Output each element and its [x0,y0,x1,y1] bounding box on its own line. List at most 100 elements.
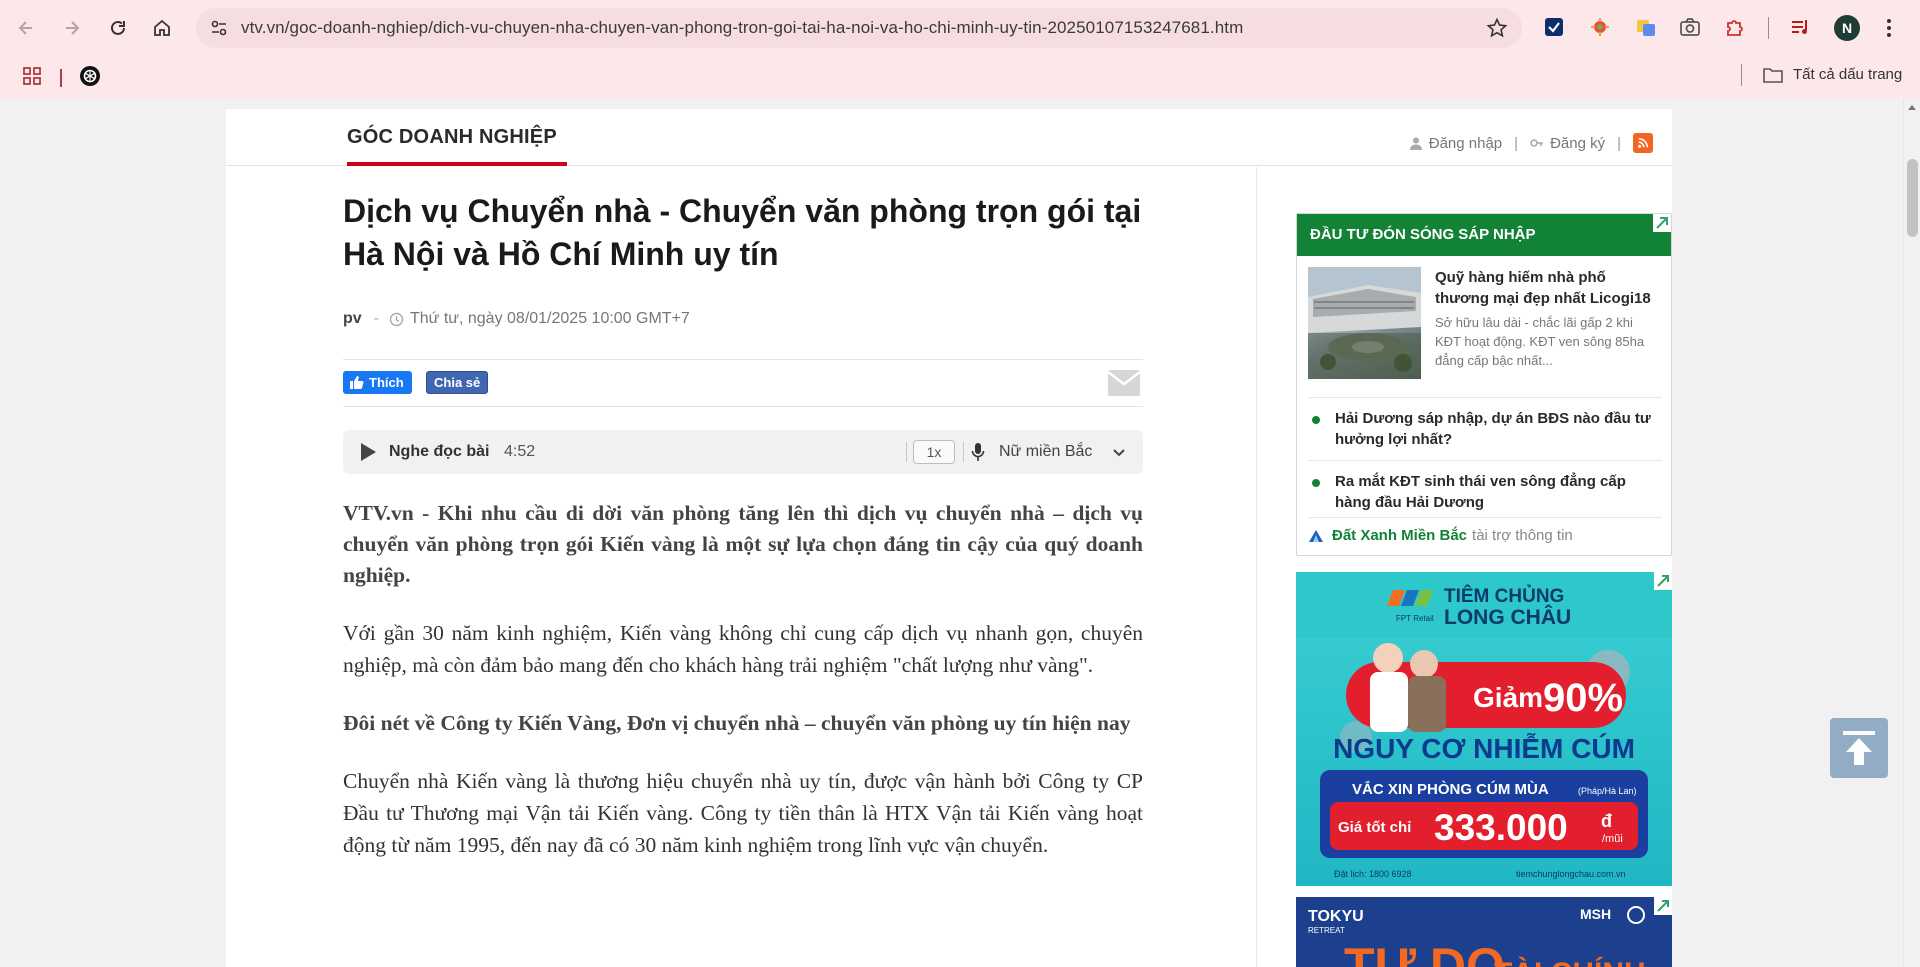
reload-icon [111,20,125,35]
bullet-dot [1312,479,1320,487]
svg-text:RETREAT: RETREAT [1308,926,1345,935]
audio-separator [963,442,964,462]
vaccine-ad-artwork: FPT Retail TIÊM CHỦNG LONG CHÂU Giảm 90%… [1296,572,1672,886]
svg-text:FPT Retail: FPT Retail [1396,614,1434,623]
svg-text:(Pháp/Hà Lan): (Pháp/Hà Lan) [1578,786,1637,796]
browser-menu-icon[interactable] [1886,17,1892,39]
svg-text:đ: đ [1601,811,1612,831]
page-scrollbar[interactable] [1903,99,1920,967]
svg-text:NGUY CƠ NHIỄM CÚM: NGUY CƠ NHIỄM CÚM [1333,733,1635,764]
site-header: GÓC DOANH NGHIỆP Đăng nhập | Đăng ký | [226,109,1672,166]
home-button[interactable] [146,12,178,44]
microphone-icon [971,443,985,461]
sidebar-news-item[interactable]: Ra mắt KĐT sinh thái ven sông đẳng cấp h… [1308,460,1662,513]
chevron-down-icon[interactable] [1111,444,1127,460]
camera-icon[interactable] [1677,14,1703,40]
apps-grid-icon[interactable] [22,66,42,86]
svg-text:Giá tốt chỉ: Giá tốt chỉ [1338,819,1411,836]
sponsored-news-box: ĐẦU TƯ ĐÓN SÓNG SÁP NHẬP Quỹ hàng hiếm n… [1296,213,1672,556]
article-subheading: Đôi nét về Công ty Kiến Vàng, Đơn vị chu… [343,711,1131,735]
sidebar-news-title: Hải Dương sáp nhập, dự án BĐS nào đầu tư… [1335,410,1651,448]
clock-icon [389,312,404,326]
facebook-like-button[interactable]: Thích [343,371,412,394]
audio-label: Nghe đọc bài [389,443,490,460]
svg-text:TÀI CHÍNH: TÀI CHÍNH [1494,956,1646,967]
tokyu-ad-artwork: TOKYU RETREAT MSH TỰ DO TÀI CHÍNH [1296,897,1672,967]
extension-bitwarden-icon[interactable] [1541,14,1567,40]
article-date: Thứ tư, ngày 08/01/2025 10:00 GMT+7 [410,310,690,327]
scrollbar-thumb[interactable] [1907,159,1918,237]
home-icon [154,19,170,36]
web-page: GÓC DOANH NGHIỆP Đăng nhập | Đăng ký | D… [0,99,1903,967]
category-title[interactable]: GÓC DOANH NGHIỆP [347,126,557,149]
share-label: Chia sẻ [434,375,481,390]
media-control-icon[interactable] [1787,14,1813,40]
audio-duration: 4:52 [504,443,536,460]
all-bookmarks-label[interactable]: Tất cả dấu trang [1793,66,1902,83]
article-lead: VTV.vn - Khi nhu cầu di dời văn phòng tă… [343,501,1143,587]
play-icon[interactable] [359,442,377,462]
site-container: GÓC DOANH NGHIỆP Đăng nhập | Đăng ký | D… [226,109,1672,967]
voice-select[interactable]: Nữ miền Bắc [999,443,1092,461]
openai-bookmark-icon[interactable] [79,65,101,87]
featured-thumbnail[interactable] [1308,267,1421,379]
ad-choices-icon[interactable] [1653,214,1671,232]
svg-text:TỰ DO: TỰ DO [1344,938,1505,967]
sponsor-logo-icon [1309,529,1323,542]
article-author: pv [343,310,362,327]
vaccine-ad-banner[interactable]: FPT Retail TIÊM CHỦNG LONG CHÂU Giảm 90%… [1296,572,1672,886]
rss-icon[interactable] [1633,133,1653,153]
svg-text:90%: 90% [1543,676,1623,720]
back-button[interactable] [10,12,42,44]
svg-text:tiemchunglongchau.com.vn: tiemchunglongchau.com.vn [1516,869,1626,879]
arrow-right-icon [66,21,80,35]
bookmark-star-icon[interactable] [1486,17,1508,39]
sponsor-brand[interactable]: Đất Xanh Miền Bắc [1332,527,1467,544]
bookmark-separator-right [1741,64,1742,86]
key-icon [1530,139,1544,147]
article-meta: pv - Thứ tư, ngày 08/01/2025 10:00 GMT+7 [343,310,690,328]
audio-separator [906,442,907,462]
arrow-left-icon [18,21,32,35]
article-title: Dịch vụ Chuyển nhà - Chuyển văn phòng tr… [343,193,1142,272]
address-bar[interactable]: vtv.vn/goc-doanh-nghiep/dich-vu-chuyen-n… [196,8,1522,48]
register-label: Đăng ký [1550,134,1606,152]
arrow-up-icon [1843,731,1875,765]
bookmark-separator [60,69,62,87]
extension-translate-icon[interactable] [1633,14,1659,40]
register-link[interactable]: Đăng ký [1530,135,1605,152]
extensions-puzzle-icon[interactable] [1722,14,1748,40]
back-to-top-button[interactable] [1830,718,1888,778]
forward-button[interactable] [56,12,88,44]
column-divider [1256,167,1257,967]
user-icon [1409,137,1422,150]
bullet-dot [1312,416,1320,424]
article-paragraph: Chuyển nhà Kiến vàng là thương hiệu chuy… [343,769,1143,857]
toolbar-separator [1768,17,1769,39]
sidebar-news-item[interactable]: Hải Dương sáp nhập, dự án BĐS nào đầu tư… [1308,397,1662,450]
svg-text:Đặt lịch: 1800 6928: Đặt lịch: 1800 6928 [1334,869,1412,879]
facebook-share-button[interactable]: Chia sẻ [426,371,489,394]
sponsor-suffix: tài trợ thông tin [1472,527,1573,544]
auth-separator: | [1617,134,1621,152]
profile-avatar[interactable]: N [1834,15,1860,41]
url-text: vtv.vn/goc-doanh-nghiep/dich-vu-chuyen-n… [241,18,1244,37]
playback-speed-button[interactable]: 1x [913,440,955,464]
share-bar: Thích Chia sẻ [343,359,1143,407]
folder-icon[interactable] [1762,65,1784,85]
login-link[interactable]: Đăng nhập [1409,135,1502,152]
featured-description: Sở hữu lâu dài - chắc lãi gấp 2 khi KĐT … [1435,315,1645,368]
featured-title[interactable]: Quỹ hàng hiếm nhà phố thương mại đẹp nhấ… [1435,267,1662,309]
meta-separator: - [373,310,379,327]
browser-toolbar: vtv.vn/goc-doanh-nghiep/dich-vu-chuyen-n… [0,0,1920,56]
email-icon[interactable] [1107,369,1141,397]
category-underline [347,162,567,166]
reload-button[interactable] [102,12,134,44]
extension-gear-icon[interactable] [1587,14,1613,40]
svg-text:333.000: 333.000 [1434,807,1568,848]
scroll-up-arrow-icon[interactable] [1908,105,1916,110]
site-info-icon[interactable] [208,17,230,39]
featured-story[interactable]: Quỹ hàng hiếm nhà phố thương mại đẹp nhấ… [1308,267,1662,385]
svg-text:VẮC XIN PHÒNG CÚM MÙA: VẮC XIN PHÒNG CÚM MÙA [1352,780,1549,798]
tokyu-ad-banner[interactable]: TOKYU RETREAT MSH TỰ DO TÀI CHÍNH [1296,897,1672,967]
